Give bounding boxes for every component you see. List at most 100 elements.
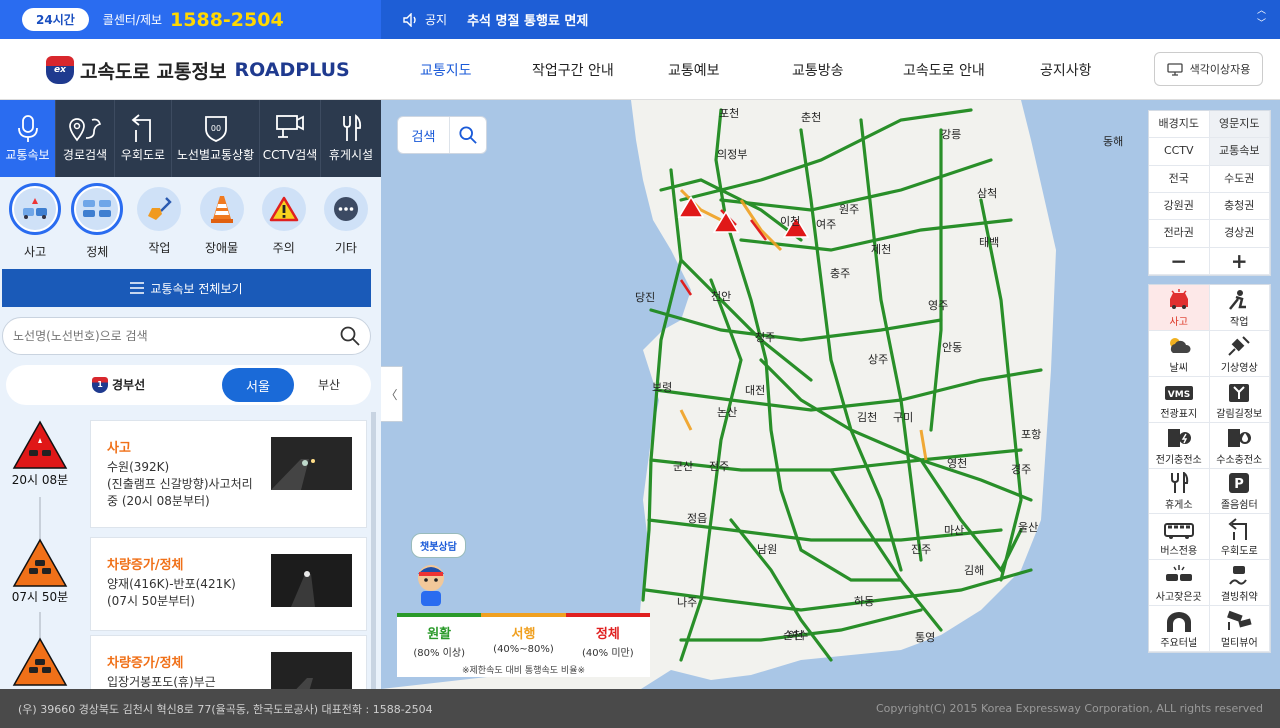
english-map-button[interactable]: 영문지도 [1209,111,1270,139]
layer-icy-road-button[interactable]: 결빙취약 [1209,560,1270,607]
news-card[interactable]: 차량증가/정체 양재(416K)-반포(421K) (07시 50분부터) [90,537,367,631]
direction-busan-button[interactable]: 부산 [318,376,340,393]
map-search-icon[interactable] [450,126,486,144]
layer-ev-charger-button[interactable]: 전기충전소 [1149,422,1210,469]
traffic-news-layer-button[interactable]: 교통속보 [1209,138,1270,166]
category-work[interactable]: 작업 [131,187,187,269]
map-city-label: 상주 [868,353,889,366]
category-accident[interactable]: 사고 [7,183,63,269]
logo-title-en: ROADPLUS [234,59,350,81]
region-jeolla-button[interactable]: 전라권 [1149,220,1210,248]
layer-bus-lane-button[interactable]: 버스전용 [1149,514,1210,561]
layer-label: 전기충전소 [1155,454,1202,466]
search-icon[interactable] [340,326,360,346]
region-gangwon-button[interactable]: 강원권 [1149,193,1210,221]
region-nationwide-button[interactable]: 전국 [1149,165,1210,193]
layer-rest-area-button[interactable]: 휴게소 [1149,468,1210,515]
region-chungcheong-button[interactable]: 충청권 [1209,193,1270,221]
accident-icon [9,183,62,235]
layer-weather-button[interactable]: 날씨 [1149,330,1210,377]
nav-work-zone[interactable]: 작업구간 안내 [532,60,614,80]
category-caution[interactable]: 주의 [256,187,312,269]
legend-sub: (40% 미만) [582,648,634,659]
nav-expressway-guide[interactable]: 고속도로 안내 [903,60,985,80]
nav-traffic-forecast[interactable]: 교통예보 [668,60,720,80]
route-search-input[interactable] [13,329,340,343]
layer-label: 작업 [1230,316,1249,328]
chatbot[interactable]: 챗봇상담 [411,533,466,611]
layer-work-button[interactable]: 작업 [1209,285,1270,331]
color-blind-mode-button[interactable]: 색각이상자용 [1154,52,1263,86]
legend-sub: (40%~80%) [493,644,554,655]
selected-route[interactable]: 1 경부선 [92,376,145,393]
feed-scrollbar[interactable] [371,412,376,689]
map-city-label: 충주 [830,267,851,280]
traffic-map[interactable]: 포천 춘천 강릉 동해 의정부 삼척 태백 원주 제천 충주 영주 당진 천안 … [381,100,1280,689]
map-city-label: 구미 [893,411,914,424]
callcenter-phone[interactable]: 1588-2504 [170,9,284,31]
notice-text[interactable]: 추석 명절 통행료 면제 [467,10,588,29]
chevron-up-icon[interactable]: ︿ [1257,6,1266,16]
route-direction-selector: 1 경부선 서울 부산 [6,365,371,405]
layer-detour-button[interactable]: 우회도로 [1209,514,1270,561]
zoom-in-button[interactable]: + [1209,247,1270,275]
chatbot-label: 챗봇상담 [411,533,466,558]
tab-cctv-search[interactable]: CCTV검색 [260,100,321,177]
region-capital-button[interactable]: 수도권 [1209,165,1270,193]
view-all-news-button[interactable]: 교통속보 전체보기 [2,269,371,307]
layer-accident-prone-button[interactable]: 사고잦은곳 [1149,560,1210,607]
tab-route-search[interactable]: 경로검색 [56,100,115,177]
region-gyeongsang-button[interactable]: 경상권 [1209,220,1270,248]
layer-weather-video-button[interactable]: 기상영상 [1209,330,1270,377]
panel-collapse-button[interactable]: 〈 [381,366,403,422]
svg-text:00: 00 [210,124,220,133]
category-label: 주의 [272,241,295,255]
layer-multiviewer-button[interactable]: 멀티뷰어 [1209,606,1270,652]
site-logo[interactable]: ex 고속도로 교통정보 ROADPLUS [46,56,350,84]
tab-detour[interactable]: 우회도로 [115,100,172,177]
background-map-button[interactable]: 배경지도 [1149,111,1210,139]
cctv-layer-button[interactable]: CCTV [1149,138,1210,166]
cctv-thumbnail[interactable] [271,437,352,490]
map-search-label[interactable]: 검색 [398,117,450,153]
layer-drowsy-shelter-button[interactable]: P 졸음쉼터 [1209,468,1270,515]
direction-seoul-button[interactable]: 서울 [222,368,294,402]
zoom-out-button[interactable]: − [1149,247,1210,275]
expressway-logo-icon: ex [46,56,74,84]
nav-traffic-broadcast[interactable]: 교통방송 [792,60,844,80]
legend-smooth: 원활 (80% 이상) [397,617,481,659]
chevron-down-icon[interactable]: ﹀ [1257,19,1266,29]
category-etc[interactable]: 기타 [318,187,374,269]
category-congestion[interactable]: 정체 [69,183,125,269]
layer-label: 버스전용 [1160,546,1198,558]
tab-route-status[interactable]: 00 노선별교통상황 [172,100,260,177]
layer-vms-button[interactable]: VMS 전광표지 [1149,376,1210,423]
callcenter-area: 24시간 콜센터/제보 1588-2504 [0,0,381,39]
news-card[interactable]: 사고 수원(392K) (진출램프 신갈방향)사고처리중 (20시 08분부터) [90,420,367,528]
layer-hydrogen-button[interactable]: 수소충전소 [1209,422,1270,469]
map-city-label: 포천 [719,107,740,120]
map-city-label: 김해 [964,564,985,577]
map-city-label: 김천 [857,411,878,424]
nav-traffic-map[interactable]: 교통지도 [420,60,472,80]
news-time: 07시 50분 [11,590,69,604]
nav-notices[interactable]: 공지사항 [1040,60,1092,80]
layer-junction-button[interactable]: 갈림길정보 [1209,376,1270,423]
tab-rest-area[interactable]: 휴게시설 [321,100,381,177]
category-label: 기타 [334,241,357,255]
korea-map-land [381,100,1056,689]
map-city-label: 동해 [1103,135,1124,148]
news-description: 양재(416K)-반포(421K) (07시 50분부터) [107,577,236,608]
news-card[interactable]: 차량증가/정체 입장거봉포도(휴)부근 [90,635,367,689]
traffic-news-feed: 20시 08분 사고 수원(392K) (진출램프 신갈방향)사고처리중 (20… [0,412,376,689]
tab-traffic-news[interactable]: 교통속보 [0,100,56,177]
layer-tunnel-button[interactable]: 주요터널 [1149,606,1210,652]
layer-accident-button[interactable]: 사고 [1149,285,1210,331]
detour-arrow-icon [131,114,151,142]
cctv-thumbnail[interactable] [271,554,352,607]
category-obstacle[interactable]: 장애물 [194,187,250,269]
tab-label: 교통속보 [5,148,50,162]
cctv-thumbnail[interactable] [271,652,352,689]
chevron-left-icon: 〈 [385,387,398,402]
footer-address: (우) 39660 경상북도 김천시 혁신8로 77(율곡동, 한국도로공사) … [18,703,433,716]
